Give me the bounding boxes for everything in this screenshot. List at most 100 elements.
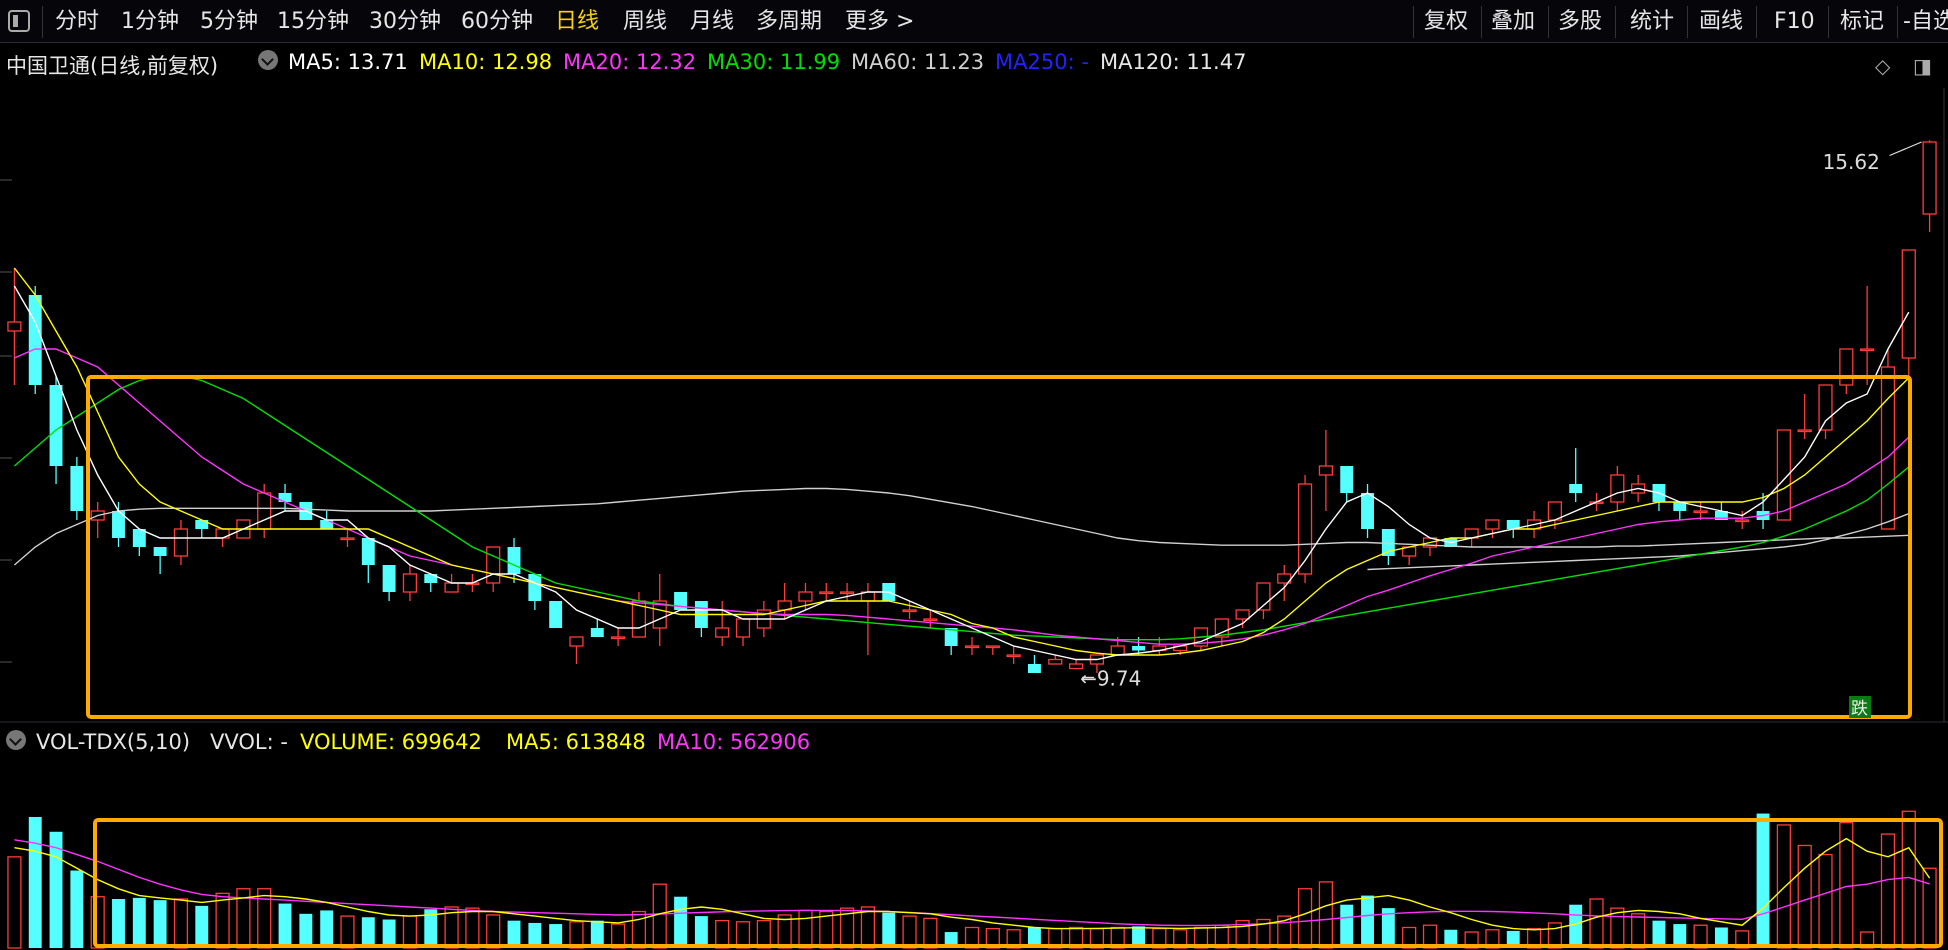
volume-bar-up [1818, 853, 1833, 949]
volume-bar-down [132, 897, 146, 948]
kline-chart[interactable]: 15.62 ←9.74 跌 [0, 0, 1948, 950]
candle-body-up [652, 600, 667, 629]
volume-dropdown-icon[interactable] [6, 730, 26, 750]
btn-multi-stock[interactable]: 多股 [1558, 9, 1602, 35]
volume-bar-up [1547, 922, 1562, 949]
volume-bar-up [236, 888, 251, 949]
volume-bar-up [1610, 907, 1625, 949]
volume-bar-up [1048, 927, 1063, 949]
candle-body-up [985, 645, 1000, 649]
legend-ma60: MA60: 11.23 [851, 50, 985, 74]
toolbar-divider [1687, 6, 1688, 38]
toolbar-divider [1897, 6, 1898, 38]
candle-body-down [1506, 520, 1520, 529]
btn-f10[interactable]: F10 [1774, 9, 1815, 35]
btn-restore-rights[interactable]: 复权 [1424, 9, 1468, 35]
tab-30min[interactable]: 30分钟 [369, 9, 441, 35]
candle-body-up [1776, 429, 1791, 521]
tab-multi-period[interactable]: 多周期 [756, 9, 822, 35]
candle-body-down [1027, 664, 1041, 673]
tab-5min[interactable]: 5分钟 [200, 9, 258, 35]
vol-ma10-line [14, 839, 1930, 927]
candle-body-up [860, 591, 876, 602]
btn-mark[interactable]: 标记 [1840, 9, 1884, 35]
tab-fenshi[interactable]: 分时 [55, 9, 99, 35]
volume-bar-down [507, 920, 521, 948]
btn-statistics[interactable]: 统计 [1630, 9, 1674, 35]
volume-bar-down [361, 917, 375, 948]
volume-bar-up [839, 907, 855, 949]
tab-daily[interactable]: 日线 [555, 9, 599, 35]
ma60-line [13, 487, 1909, 566]
volume-bar-down [1361, 895, 1374, 948]
volume-bar-up [611, 923, 626, 949]
volume-bar-up [340, 915, 355, 949]
volume-bar-down [1132, 926, 1145, 948]
candle-body-up [1901, 249, 1916, 359]
highlight-box-price [86, 375, 1912, 719]
candle-body-down [1361, 493, 1374, 529]
tab-15min[interactable]: 15分钟 [277, 9, 349, 35]
low-price-label: ←9.74 [1080, 666, 1141, 690]
diamond-icon[interactable]: ◇ [1875, 54, 1890, 78]
btn-overlay[interactable]: 叠加 [1491, 9, 1535, 35]
tab-more[interactable]: 更多 > [845, 9, 914, 35]
tab-weekly[interactable]: 周线 [623, 9, 667, 35]
volume-bar-down [28, 816, 42, 948]
candle-body-up [90, 510, 105, 521]
volume-bar-up [486, 914, 501, 949]
high-price-label: 15.62 [1823, 150, 1880, 174]
candle-body-up [1089, 654, 1105, 665]
tab-monthly[interactable]: 月线 [690, 9, 734, 35]
candle-body-up [1318, 465, 1333, 476]
candle-body-down [132, 529, 146, 547]
candle-body-up [839, 591, 855, 595]
candle-body-down [382, 565, 396, 592]
legend-vol-ma10: MA10: 562906 [657, 730, 811, 754]
tab-1min[interactable]: 1分钟 [121, 9, 179, 35]
candle-body-up [1173, 645, 1188, 652]
candle-body-up [1526, 519, 1542, 530]
volume-bar-up [1402, 926, 1417, 949]
volume-bar-down [944, 932, 958, 948]
candle-body-up [964, 645, 980, 649]
volume-bar-up [465, 907, 480, 949]
candle-body-up [1631, 483, 1646, 494]
candle-body-up [444, 582, 459, 593]
toolbar-divider [1828, 6, 1829, 38]
btn-add-watchlist[interactable]: -自选 [1903, 9, 1948, 35]
volume-bar-down [1444, 929, 1458, 948]
volume-bar-up [1797, 844, 1812, 949]
panel-toggle-icon[interactable]: ◨ [1913, 54, 1932, 78]
candle-body-up [1048, 658, 1063, 665]
volume-bar-up [1152, 927, 1167, 949]
volume-bar-down [528, 922, 542, 948]
volume-bar-up [1089, 927, 1105, 949]
legend-ma20: MA20: 12.32 [563, 50, 697, 74]
volume-bar-up [1068, 926, 1084, 949]
toolbar-divider [1481, 6, 1482, 38]
candle-body-down [1381, 529, 1395, 556]
candle-body-up [486, 546, 501, 584]
candle-body-up [1110, 645, 1125, 656]
volume-bar-up [985, 927, 1000, 949]
candle-body-down [153, 547, 167, 556]
sidebar-toggle-icon[interactable] [8, 10, 30, 32]
volume-bar-down [1714, 927, 1728, 948]
candle-body-up [1547, 501, 1562, 521]
volume-bar-up [402, 915, 418, 949]
volume-bar-down [674, 896, 688, 948]
indicator-dropdown-icon[interactable] [258, 50, 278, 70]
volume-bar-up [1901, 810, 1916, 949]
btn-draw[interactable]: 画线 [1699, 9, 1743, 35]
tab-60min[interactable]: 60分钟 [461, 9, 533, 35]
candle-body-down [674, 592, 688, 610]
legend-ma250: MA250: - [995, 50, 1089, 74]
legend-vvol: VVOL: - [210, 730, 288, 754]
volume-bar-up [819, 910, 834, 949]
volume-bar-up [715, 920, 730, 949]
ma30-line [13, 375, 1910, 641]
volume-bar-down [1756, 813, 1770, 948]
volume-bar-up [257, 888, 272, 949]
candle-body-up [1485, 519, 1500, 530]
